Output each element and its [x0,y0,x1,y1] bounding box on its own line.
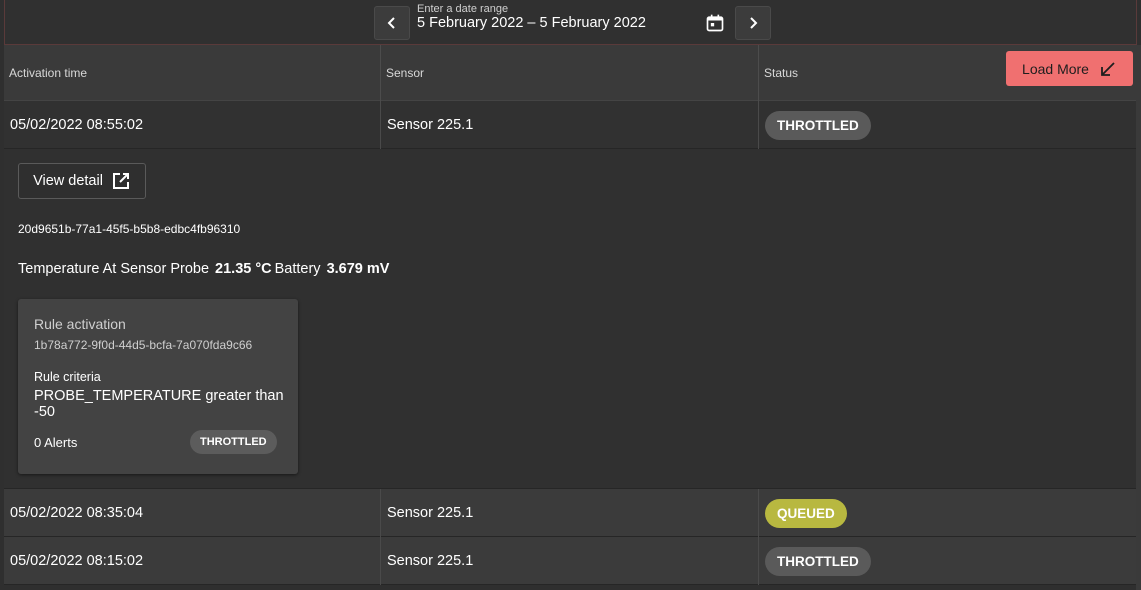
arrow-down-left-icon [1101,61,1115,76]
scrollbar[interactable] [1136,45,1141,590]
status-badge: QUEUED [765,498,847,528]
rule-status-badge: THROTTLED [190,430,277,454]
battery-value: 3.679 mV [326,261,390,277]
temperature-value: 21.35 °C [215,261,272,277]
chevron-left-icon [387,17,395,29]
rule-criteria-label: Rule criteria [34,370,101,384]
rule-activation-card: Rule activation 1b78a772-9f0d-44d5-bcfa-… [18,299,298,474]
temperature-label: Temperature At Sensor Probe [18,261,210,277]
rule-criteria: PROBE_TEMPERATURE greater than -50 [34,388,284,420]
status-badge: THROTTLED [765,110,871,140]
header-sensor[interactable]: Sensor [381,45,759,101]
chevron-right-icon [750,17,758,29]
load-more-label: Load More [1022,60,1089,77]
status-cell: THROTTLED [759,101,1137,149]
next-range-button[interactable] [735,6,771,40]
view-detail-label: View detail [33,173,103,189]
view-detail-button[interactable]: View detail [18,163,146,199]
sensor-readings: Temperature At Sensor Probe 21.35 °C Batte… [18,261,392,277]
rule-id: 1b78a772-9f0d-44d5-bcfa-7a070fda9c66 [34,338,253,352]
sensor-cell: Sensor 225.1 [381,537,759,585]
battery-label: Battery [274,261,321,277]
table-row[interactable]: 05/02/2022 08:15:02 Sensor 225.1 THROTTL… [4,537,1137,585]
activation-id: 20d9651b-77a1-45f5-b5b8-edbc4fb96310 [18,222,241,236]
sensor-cell: Sensor 225.1 [381,101,759,149]
alerts-count: 0 Alerts [34,435,78,450]
status-badge: THROTTLED [765,546,871,576]
open-in-new-icon [112,173,129,189]
table-row[interactable]: 05/02/2022 08:35:04 Sensor 225.1 QUEUED [4,489,1137,537]
date-range-input[interactable]: 5 February 2022 – 5 February 2022 [417,15,646,31]
activation-time-cell: 05/02/2022 08:15:02 [4,537,381,585]
status-cell: THROTTLED [759,537,1137,585]
expanded-row-detail: View detail 20d9651b-77a1-45f5-b5b8-edbc… [4,149,1137,489]
header-activation-time[interactable]: Activation time [4,45,381,101]
load-more-button[interactable]: Load More [1006,51,1133,86]
activation-time-cell: 05/02/2022 08:55:02 [4,101,381,149]
activations-table: Activation time Sensor Status Load More … [4,45,1137,585]
date-range-label: Enter a date range [417,3,509,15]
table-header: Activation time Sensor Status Load More [4,45,1137,101]
status-cell: QUEUED [759,489,1137,537]
activation-time-cell: 05/02/2022 08:35:04 [4,489,381,537]
table-row[interactable]: 05/02/2022 08:55:02 Sensor 225.1 THROTTL… [4,101,1137,149]
calendar-icon[interactable] [705,13,725,33]
rule-card-title: Rule activation [34,316,126,332]
date-range-toolbar: Enter a date range 5 February 2022 – 5 F… [4,0,1137,45]
previous-range-button[interactable] [374,6,410,40]
sensor-cell: Sensor 225.1 [381,489,759,537]
